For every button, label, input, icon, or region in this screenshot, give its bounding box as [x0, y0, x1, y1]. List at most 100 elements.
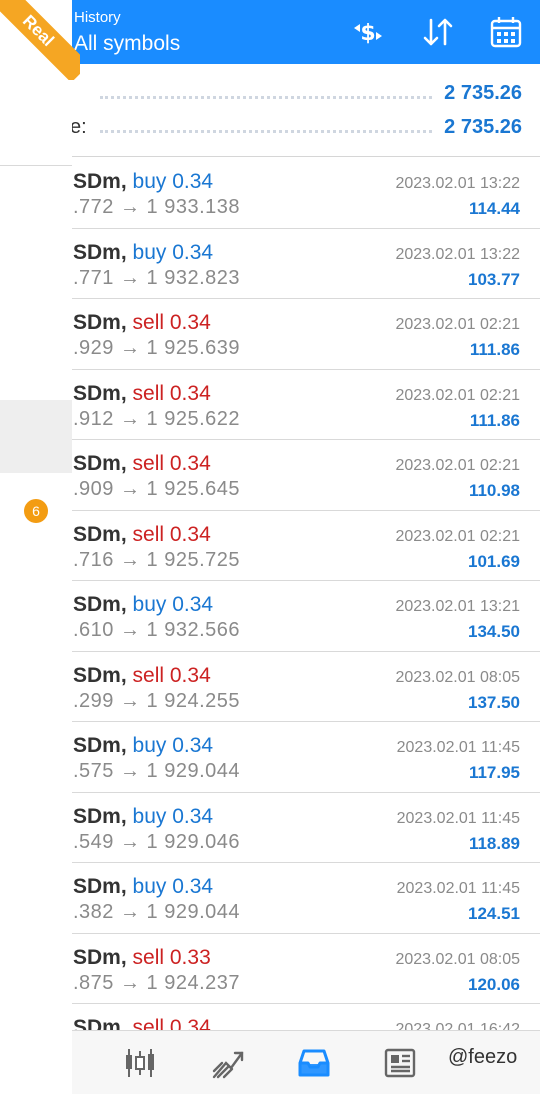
drawer-divider — [0, 165, 72, 166]
symbol-text: SDm, — [73, 875, 127, 898]
deal-row[interactable]: SDm, buy 0.34.772 → 1 933.138 2023.02.01 … — [0, 158, 540, 229]
deal-type: sell 0.34 — [132, 663, 211, 687]
deal-prices: .909 → 1 925.645 — [73, 478, 241, 500]
deal-prices: .771 → 1 932.823 — [73, 266, 241, 289]
deal-type: buy 0.34 — [132, 593, 214, 616]
symbol-text: SDm, — [73, 804, 127, 828]
deal-type: buy 0.34 — [132, 804, 214, 828]
deal-row[interactable]: SDm, sell 0.34.929 → 1 925.639 2023.02.01… — [0, 299, 540, 370]
deal-type: buy 0.34 — [132, 170, 214, 193]
deal-profit: 111.86 — [469, 410, 520, 430]
symbol-text: SDm, — [73, 240, 127, 264]
app-header: History All symbols $ — [0, 0, 540, 64]
deposit-dollar-icon[interactable]: $ — [350, 14, 386, 50]
deal-row[interactable]: SDm, sell 0.33.875 → 1 924.237 2023.02.01… — [0, 933, 540, 1004]
deal-time: 2023.02.01 11:45 — [396, 739, 520, 756]
side-drawer: 6 — [0, 0, 72, 1094]
svg-text:$: $ — [360, 21, 375, 46]
symbol-text: SDm, — [73, 522, 127, 546]
deal-symbol: SDm, sell 0.34 — [73, 664, 211, 688]
deal-time: 2023.02.01 02:21 — [395, 457, 520, 474]
deal-symbol: SDm, buy 0.34 — [73, 875, 213, 899]
deal-row[interactable]: SDm, sell 0.34.716 → 1 925.725 2023.02.01… — [0, 510, 540, 581]
deal-prices: .929 → 1 925.639 — [73, 337, 241, 359]
deal-time: 2023.02.01 02:21 — [395, 527, 520, 545]
deal-prices: .875 → 1 924.237 — [73, 971, 241, 994]
deal-row[interactable]: SDm, buy 0.34.382 → 1 929.044 2023.02.01 … — [0, 863, 540, 934]
watermark-text: @feezo — [448, 1046, 518, 1068]
deal-profit: 110.98 — [468, 481, 520, 500]
deal-symbol: SDm, sell 0.34 — [73, 452, 211, 476]
deal-profit: 103.77 — [468, 269, 520, 289]
deal-time: 2023.02.01 13:22 — [395, 175, 520, 192]
deal-symbol: SDm, sell 0.33 — [73, 946, 211, 970]
account-ribbon: Real — [0, 0, 80, 80]
news-icon[interactable] — [382, 1045, 418, 1081]
deal-time: 2023.02.01 08:05 — [395, 950, 520, 968]
deal-time: 2023.02.01 02:21 — [395, 316, 520, 333]
trade-inbox-icon[interactable] — [296, 1045, 332, 1081]
deal-type: sell 0.33 — [132, 945, 211, 969]
summary-value: 2 735.26 — [444, 82, 522, 104]
dotted-leader — [100, 96, 432, 99]
summary-row-profit: : 2 735.26 — [60, 78, 522, 108]
deal-prices: .575 → 1 929.044 — [73, 760, 241, 782]
chart-trend-icon[interactable] — [210, 1045, 246, 1081]
deal-prices: .382 → 1 929.044 — [73, 901, 241, 923]
deal-symbol: SDm, buy 0.34 — [73, 241, 213, 265]
dotted-leader — [100, 130, 432, 133]
summary-value: 2 735.26 — [444, 116, 522, 138]
deal-time: 2023.02.01 13:21 — [395, 598, 520, 615]
symbol-text: SDm, — [73, 593, 127, 616]
deal-row[interactable]: SDm, sell 0.34.299 → 1 924.255 2023.02.01… — [0, 651, 540, 722]
symbol-text: SDm, — [73, 452, 127, 475]
calendar-icon[interactable] — [488, 14, 524, 50]
deal-profit: 124.51 — [468, 904, 520, 923]
deal-time: 2023.02.01 13:22 — [395, 245, 520, 263]
balance-summary: : 2 735.26 ce: 2 735.26 — [0, 64, 540, 157]
deal-prices: .912 → 1 925.622 — [73, 407, 241, 430]
deal-row[interactable]: SDm, buy 0.34.610 → 1 932.566 2023.02.01 … — [0, 581, 540, 652]
summary-row-balance: ce: 2 735.26 — [60, 112, 522, 142]
deal-symbol: SDm, buy 0.34 — [73, 170, 213, 194]
deal-profit: 137.50 — [468, 692, 520, 712]
symbol-text: SDm, — [73, 663, 127, 687]
drawer-item-selected[interactable] — [0, 400, 72, 473]
symbol-text: SDm, — [73, 311, 127, 334]
notification-badge: 6 — [24, 499, 48, 523]
deal-profit: 134.50 — [468, 622, 520, 641]
deal-profit: 118.89 — [468, 833, 520, 853]
symbol-text: SDm, — [73, 945, 127, 969]
deal-time: 2023.02.01 11:45 — [396, 880, 520, 897]
deal-symbol: SDm, buy 0.34 — [73, 734, 213, 758]
deal-time: 2023.02.01 02:21 — [395, 386, 520, 404]
quotes-candles-icon[interactable] — [122, 1045, 158, 1081]
deal-prices: .716 → 1 925.725 — [73, 548, 241, 571]
deal-row[interactable]: SDm, buy 0.34.771 → 1 932.823 2023.02.01 … — [0, 228, 540, 299]
deal-profit: 120.06 — [468, 974, 520, 994]
deal-profit: 117.95 — [468, 763, 520, 782]
deal-type: sell 0.34 — [132, 381, 211, 405]
symbol-text: SDm, — [73, 170, 127, 193]
deal-prices: .299 → 1 924.255 — [73, 689, 241, 712]
sort-arrows-icon[interactable] — [420, 14, 456, 50]
header-title[interactable]: All symbols — [74, 32, 180, 56]
deal-row[interactable]: SDm, buy 0.34.549 → 1 929.046 2023.02.01 … — [0, 792, 540, 863]
deal-type: buy 0.34 — [132, 875, 214, 898]
deal-row[interactable]: SDm, buy 0.34.575 → 1 929.044 2023.02.01 … — [0, 722, 540, 793]
deal-row[interactable]: SDm, sell 0.34.912 → 1 925.622 2023.02.01… — [0, 369, 540, 440]
deal-symbol: SDm, sell 0.34 — [73, 311, 211, 335]
deal-type: sell 0.34 — [132, 311, 211, 334]
deal-symbol: SDm, sell 0.34 — [73, 382, 211, 406]
app-root: History All symbols $ 2 735.26 ce: 2 735… — [0, 0, 540, 1094]
ribbon-label: Real — [0, 0, 80, 80]
symbol-text: SDm, — [73, 381, 127, 405]
deal-symbol: SDm, buy 0.34 — [73, 805, 213, 829]
deals-list: SDm, buy 0.34.772 → 1 933.138 2023.02.01 … — [0, 158, 540, 1075]
deal-row[interactable]: SDm, sell 0.34.909 → 1 925.645 2023.02.01… — [0, 440, 540, 511]
deal-symbol: SDm, buy 0.34 — [73, 593, 213, 617]
deal-prices: .610 → 1 932.566 — [73, 619, 241, 641]
deal-time: 2023.02.01 11:45 — [396, 809, 520, 827]
deal-profit: 101.69 — [468, 551, 520, 571]
header-subtitle: History — [74, 9, 121, 26]
